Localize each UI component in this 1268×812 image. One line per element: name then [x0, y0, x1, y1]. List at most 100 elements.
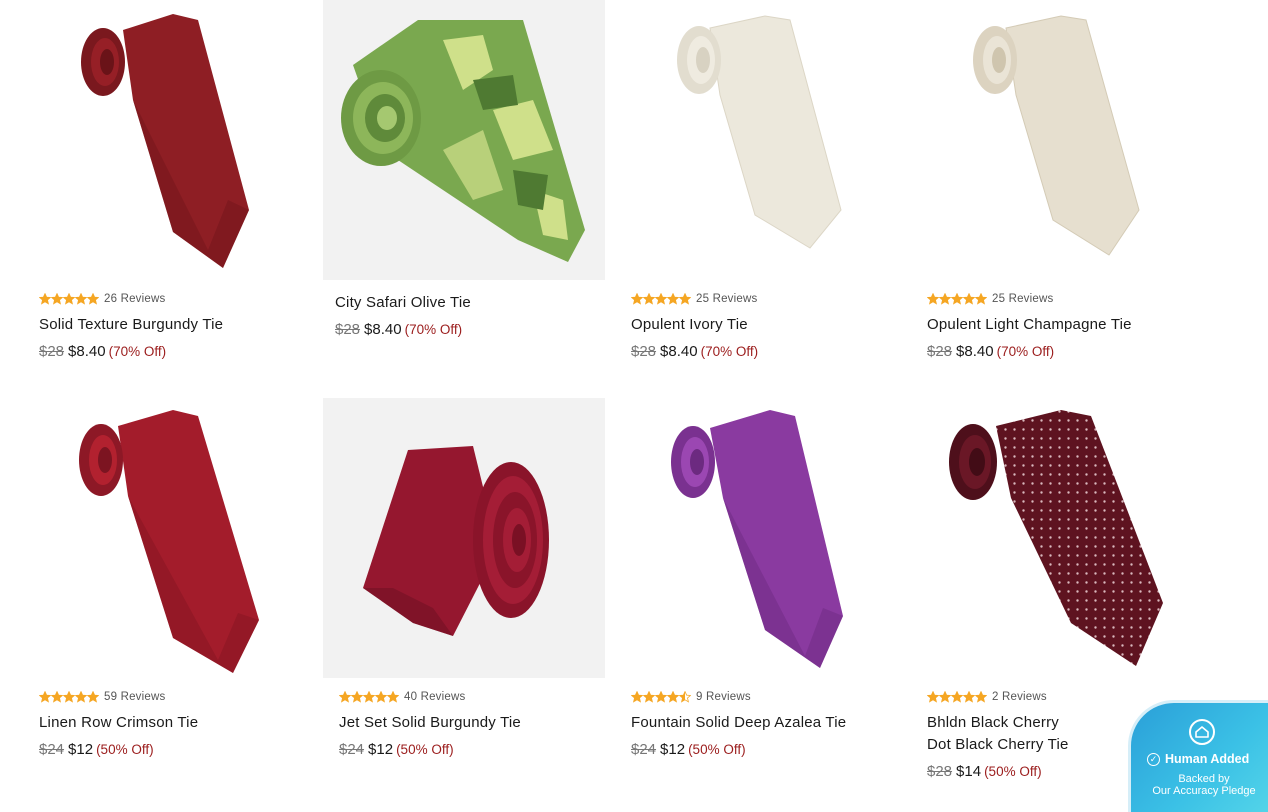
home-shield-icon [1189, 719, 1215, 745]
star-icon [63, 691, 75, 703]
review-count[interactable]: 25 Reviews [696, 293, 757, 305]
product-image[interactable] [911, 398, 1193, 678]
product-grid: 26 Reviews Solid Texture Burgundy Tie $2… [0, 0, 1268, 812]
tie-black-cherry-dot-rolled-icon [949, 410, 1163, 666]
star-icon [975, 293, 987, 305]
original-price: $28 [39, 343, 65, 360]
star-icon [87, 691, 99, 703]
review-count[interactable]: 59 Reviews [104, 691, 165, 703]
discount-label: (70% Off) [404, 322, 463, 337]
star-icon [939, 691, 951, 703]
product-name[interactable]: Opulent Light Champagne Tie [927, 314, 1197, 336]
rating-row: 25 Reviews [631, 292, 901, 306]
sale-price: $8.40 [68, 343, 106, 360]
discount-label: (50% Off) [688, 742, 746, 757]
star-icon [679, 293, 691, 305]
star-icon [975, 691, 987, 703]
star-icon [375, 691, 387, 703]
tie-azalea-rolled-icon [671, 410, 843, 668]
rating-row: 2 Reviews [927, 690, 1197, 704]
sale-price: $8.40 [364, 321, 402, 338]
rating-row: 59 Reviews [39, 690, 309, 704]
price-row: $24 $12 (50% Off) [631, 740, 901, 760]
badge-line2: Our Accuracy Pledge [1152, 785, 1256, 797]
product-info: 59 Reviews Linen Row Crimson Tie $24 $12(… [39, 690, 309, 760]
badge-line1: Backed by [1178, 773, 1230, 785]
tie-crimson-rolled-icon [79, 410, 259, 673]
rating-row: 26 Reviews [39, 292, 309, 306]
product-info: 26 Reviews Solid Texture Burgundy Tie $2… [39, 292, 309, 362]
original-price: $24 [39, 741, 65, 758]
price-row: $28 $8.40 (70% Off) [631, 342, 901, 362]
tie-ivory-rolled-icon [677, 15, 842, 249]
review-count[interactable]: 2 Reviews [992, 691, 1047, 703]
star-icon [655, 691, 667, 703]
star-icon [963, 691, 975, 703]
product-name[interactable]: Fountain Solid Deep Azalea Tie [631, 712, 901, 734]
product-image[interactable] [323, 398, 605, 678]
star-icon [927, 293, 939, 305]
star-icon [75, 293, 87, 305]
star-rating [927, 293, 987, 305]
price-row: $28 $8.40 (70% Off) [39, 342, 309, 362]
product-image[interactable] [911, 0, 1193, 280]
product-info: 9 Reviews Fountain Solid Deep Azalea Tie… [631, 690, 901, 760]
price-row: $24 $12 (50% Off) [339, 740, 609, 760]
original-price: $28 [927, 343, 953, 360]
rating-row: 25 Reviews [927, 292, 1197, 306]
product-name[interactable]: Solid Texture Burgundy Tie [39, 314, 309, 336]
product-name[interactable]: Opulent Ivory Tie [631, 314, 901, 336]
price-row: $28 $8.40 (70% Off) [335, 320, 605, 340]
discount-label: (50% Off) [96, 742, 154, 757]
star-icon [643, 691, 655, 703]
discount-label: (70% Off) [700, 344, 759, 359]
product-name[interactable]: Jet Set Solid Burgundy Tie [339, 712, 609, 734]
star-icon [939, 293, 951, 305]
review-count[interactable]: 25 Reviews [992, 293, 1053, 305]
star-icon [339, 691, 351, 703]
review-count[interactable]: 9 Reviews [696, 691, 751, 703]
tie-camo-rolled-icon [341, 20, 585, 262]
star-rating [927, 691, 987, 703]
tie-champagne-rolled-icon [973, 15, 1140, 256]
star-rating [39, 293, 99, 305]
product-image[interactable] [615, 398, 897, 678]
star-icon [63, 293, 75, 305]
sale-price: $12 [368, 741, 394, 758]
product-image[interactable] [615, 0, 897, 280]
check-circle-icon: ✓ [1147, 753, 1160, 766]
star-icon [667, 293, 679, 305]
tie-burgundy-rolled-icon [81, 14, 249, 268]
product-info: City Safari Olive Tie $28 $8.40 (70% Off) [335, 292, 605, 340]
sale-price: $12 [660, 741, 686, 758]
star-icon [631, 691, 643, 703]
star-icon [39, 293, 51, 305]
star-icon [631, 293, 643, 305]
discount-label: (70% Off) [996, 344, 1055, 359]
star-icon [667, 691, 679, 703]
review-count[interactable]: 40 Reviews [404, 691, 465, 703]
original-price: $24 [631, 741, 657, 758]
review-count[interactable]: 26 Reviews [104, 293, 165, 305]
product-image[interactable] [23, 0, 305, 280]
discount-label: (50% Off) [396, 742, 454, 757]
product-image[interactable] [323, 0, 605, 280]
price-row: $24 $12 (50% Off) [39, 740, 309, 760]
star-icon [51, 293, 63, 305]
product-name[interactable]: Linen Row Crimson Tie [39, 712, 309, 734]
original-price: $28 [927, 763, 953, 780]
tie-burgundy-coiled-icon [363, 446, 549, 636]
star-icon [351, 691, 363, 703]
sale-price: $8.40 [660, 343, 698, 360]
star-icon [655, 293, 667, 305]
product-name[interactable]: Bhldn Black Cherry Dot Black Cherry Tie [927, 712, 1087, 756]
product-image[interactable] [23, 398, 305, 678]
star-rating [339, 691, 399, 703]
sale-price: $12 [68, 741, 94, 758]
sale-price: $8.40 [956, 343, 994, 360]
star-icon [679, 691, 691, 703]
product-info: 25 Reviews Opulent Light Champagne Tie $… [927, 292, 1197, 362]
accuracy-pledge-badge[interactable]: ✓ Human Added Backed by Our Accuracy Ple… [1128, 700, 1268, 812]
product-name[interactable]: City Safari Olive Tie [335, 292, 605, 314]
badge-title: Human Added [1165, 752, 1250, 766]
